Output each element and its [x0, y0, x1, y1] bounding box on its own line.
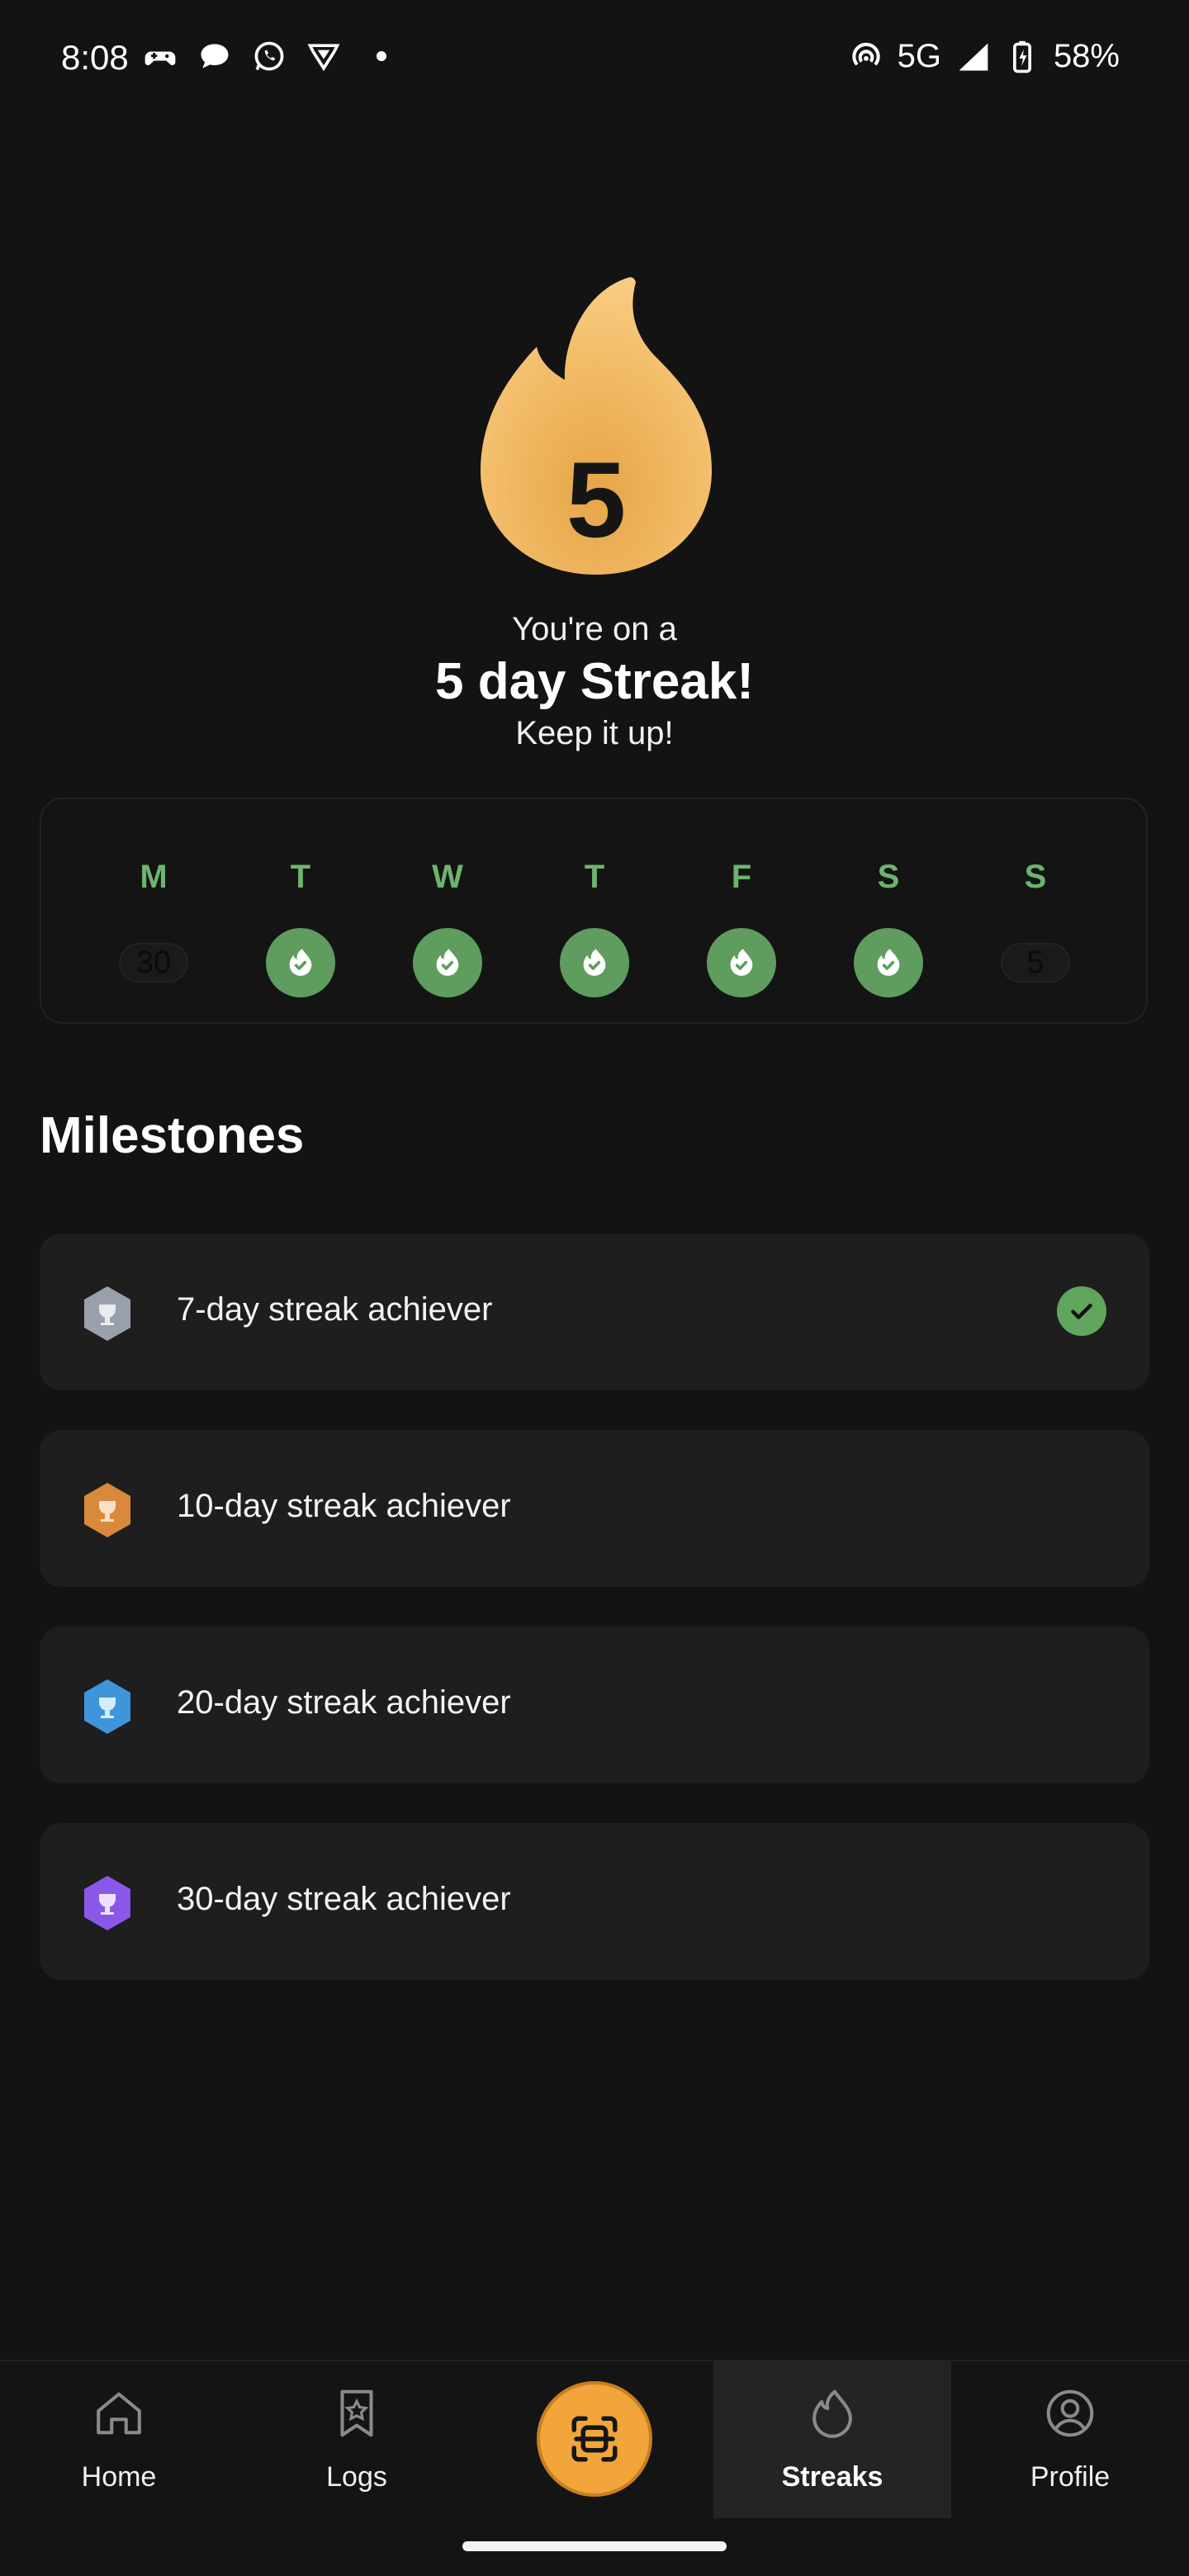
home-icon [97, 2392, 141, 2435]
flame-check-icon [436, 949, 459, 976]
milestone-label: 10-day streak achiever [177, 1488, 511, 1524]
battery-charging-icon [1012, 40, 1031, 73]
day-complete-badge [560, 928, 629, 997]
flame-check-icon [730, 949, 753, 976]
streak-intro: You're on a [512, 611, 677, 647]
day-friday: F [692, 859, 791, 997]
flame-check-icon [289, 949, 312, 976]
day-letter: M [140, 859, 168, 895]
gamepad-icon [144, 51, 176, 65]
nav-home-label: Home [81, 2461, 157, 2493]
day-letter: T [584, 859, 605, 895]
nav-home[interactable]: Home [0, 2361, 238, 2518]
hotspot-icon [851, 42, 880, 65]
day-letter: W [432, 859, 463, 895]
streak-title: 5 day Streak! [435, 653, 754, 710]
chat-bubble-icon [201, 44, 229, 69]
milestone-label: 7-day streak achiever [177, 1291, 493, 1328]
day-complete-badge [707, 928, 776, 997]
streak-flame: 5 [472, 272, 720, 578]
day-letter: F [731, 859, 752, 895]
milestone-item[interactable]: 10-day streak achiever [40, 1430, 1149, 1587]
milestone-item[interactable]: 7-day streak achiever [40, 1234, 1149, 1390]
completed-check-icon [1057, 1286, 1106, 1336]
flame-check-icon [877, 949, 900, 976]
day-saturday: S [839, 859, 938, 997]
milestone-item[interactable]: 20-day streak achiever [40, 1627, 1149, 1783]
nav-logs[interactable]: Logs [238, 2361, 476, 2518]
day-wednesday: W [398, 859, 497, 997]
status-bar: 8:08 5G 58% [0, 0, 1189, 116]
trophy-badge-icon [84, 1679, 130, 1734]
trophy-badge-icon [84, 1876, 130, 1930]
milestones-heading: Milestones [40, 1107, 305, 1164]
trophy-badge-icon [84, 1286, 130, 1341]
day-letter: T [290, 859, 311, 895]
day-tuesday: T [251, 859, 350, 997]
nav-logs-label: Logs [326, 2461, 387, 2493]
day-sunday: S 5 [986, 859, 1085, 983]
nav-streaks[interactable]: Streaks [713, 2361, 951, 2518]
status-time: 8:08 [61, 38, 129, 77]
streak-encouragement: Keep it up! [515, 715, 674, 751]
flame-icon [812, 2389, 852, 2438]
day-complete-badge [413, 928, 482, 997]
system-status: 5G 58% [848, 38, 1120, 75]
nav-profile[interactable]: Profile [951, 2361, 1189, 2518]
nav-profile-label: Profile [1030, 2461, 1111, 2493]
battery-level: 58% [1053, 38, 1120, 74]
notification-icons [142, 38, 386, 74]
day-letter: S [1024, 859, 1047, 895]
trophy-badge-icon [84, 1483, 130, 1537]
day-date: 30 [119, 943, 188, 983]
profile-icon [1046, 2389, 1094, 2437]
scan-icon [571, 2416, 618, 2462]
milestone-label: 20-day streak achiever [177, 1684, 511, 1721]
scan-button[interactable] [537, 2381, 652, 2497]
whatsapp-icon [254, 41, 284, 71]
day-letter: S [877, 859, 900, 895]
streak-count: 5 [566, 439, 627, 560]
bookmark-star-icon [340, 2389, 373, 2437]
network-type: 5G [897, 38, 941, 74]
signal-icon [959, 43, 988, 70]
week-streak-card: M 30 T W T F S S 5 [40, 798, 1148, 1024]
day-date: 5 [1001, 943, 1070, 983]
gesture-home-indicator[interactable] [462, 2541, 727, 2551]
day-monday: M 30 [104, 859, 203, 983]
shield-app-icon [307, 44, 340, 72]
milestone-label: 30-day streak achiever [177, 1881, 511, 1917]
flame-check-icon [583, 949, 606, 976]
more-notifications-dot [377, 51, 386, 61]
day-complete-badge [854, 928, 923, 997]
day-complete-badge [266, 928, 335, 997]
milestone-item[interactable]: 30-day streak achiever [40, 1823, 1149, 1980]
nav-streaks-label: Streaks [781, 2461, 883, 2493]
day-thursday: T [545, 859, 644, 997]
